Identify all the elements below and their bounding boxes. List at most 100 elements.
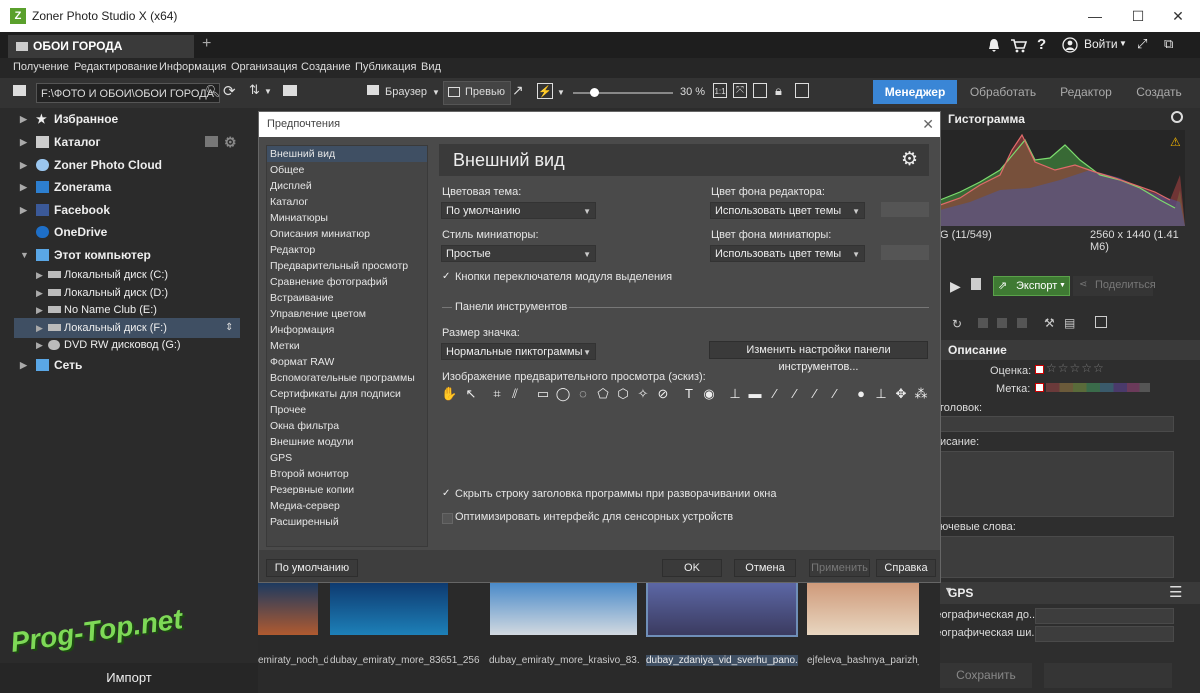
expand-arrow-icon[interactable]: ▶ (20, 155, 27, 175)
touch-optimize-checkbox[interactable] (442, 513, 453, 524)
gps-header[interactable]: ▼ GPS ☰ (940, 582, 1200, 604)
category-item[interactable]: Управление цветом (267, 306, 427, 322)
description-input[interactable] (940, 451, 1174, 517)
category-item[interactable]: Расширенный (267, 514, 427, 530)
loupe-icon[interactable] (795, 83, 809, 98)
label-reset-icon[interactable] (1035, 383, 1044, 392)
compare-icon[interactable] (753, 83, 767, 98)
menu-icon[interactable]: ☰ (1169, 583, 1182, 601)
stack-icon[interactable]: ▤ (1064, 316, 1075, 330)
rating-stars[interactable]: ☆☆☆☆☆ (1046, 361, 1105, 375)
description-header[interactable]: Описание (940, 340, 1200, 360)
next-arrow-icon[interactable]: ▶ (950, 278, 961, 295)
duplicate-icon[interactable] (1017, 318, 1027, 328)
color-theme-select[interactable]: По умолчанию ▼ (441, 202, 596, 219)
cancel-button[interactable]: Отмена (734, 559, 796, 577)
geo-longitude-input[interactable] (1035, 626, 1174, 642)
category-item[interactable]: Каталог (267, 194, 427, 210)
person-icon[interactable]: ● (853, 386, 869, 402)
pointer-icon[interactable]: ↖ (463, 386, 479, 402)
histogram-settings-icon[interactable] (1171, 111, 1183, 123)
toolbar-settings-button[interactable]: Изменить настройки панели инструментов..… (709, 341, 928, 373)
category-item[interactable]: Резервные копии (267, 482, 427, 498)
category-item[interactable]: Окна фильтра (267, 418, 427, 434)
eraser-icon[interactable]: ▬ (747, 386, 763, 402)
hand-icon[interactable]: ✋ (441, 386, 457, 402)
thumb-style-select[interactable]: Простые ▼ (441, 245, 596, 262)
category-item[interactable]: Медиа-сервер (267, 498, 427, 514)
trash-icon[interactable] (971, 278, 981, 290)
menu-item-vid[interactable]: Вид (421, 61, 441, 73)
ellipse-select-icon[interactable]: ◯ (555, 386, 571, 402)
thumbnail-image[interactable] (330, 583, 448, 635)
fit-icon[interactable]: ⤧ (733, 83, 747, 98)
nav-drive-g[interactable]: ▶ DVD RW дисковод (G:) (14, 335, 240, 355)
lock-icon[interactable]: 🔒︎ (775, 83, 782, 99)
export-dropdown-icon[interactable]: ▼ (1059, 282, 1066, 289)
login-button[interactable]: Войти (1084, 37, 1118, 51)
tab-create[interactable]: Создать (1128, 80, 1190, 104)
rating-reset-icon[interactable] (1035, 365, 1044, 374)
menu-item-organizatsiya[interactable]: Организация (231, 61, 297, 73)
expand-arrow-icon[interactable]: ▶ (36, 265, 43, 285)
icon-size-select[interactable]: Нормальные пиктограммы ▼ (441, 343, 596, 360)
fullscreen-icon[interactable]: ⤢ (1137, 36, 1147, 52)
category-item[interactable]: Дисплей (267, 178, 427, 194)
menu-item-publikatsiya[interactable]: Публикация (355, 61, 416, 73)
copy-icon[interactable] (978, 318, 988, 328)
expand-arrow-icon[interactable]: ▶ (36, 300, 43, 320)
brush-icon[interactable]: ⁄ (767, 386, 783, 402)
thumbnail-image[interactable] (258, 583, 318, 635)
export-button[interactable]: ⇗ Экспорт ▼ (993, 276, 1070, 296)
save-button[interactable]: Сохранить (940, 663, 1032, 688)
category-item[interactable]: Вспомогательные программы (267, 370, 427, 386)
category-item[interactable]: Внешний вид (267, 146, 427, 162)
sort-dropdown-icon[interactable]: ▼ (264, 87, 272, 96)
editor-bg-select[interactable]: Использовать цвет темы ▼ (710, 202, 865, 219)
lasso-icon[interactable]: ◌ (575, 386, 591, 402)
tab-oboi-goroda[interactable]: ОБОИ ГОРОДА (8, 35, 194, 58)
eye-icon[interactable]: ◉ (701, 386, 717, 402)
rotate-icon[interactable]: ↻ (952, 317, 962, 331)
polygon-lasso-icon[interactable]: ⬠ (595, 386, 611, 402)
menu-item-sozdanie[interactable]: Создание (301, 61, 351, 73)
rect-select-icon[interactable]: ▭ (535, 386, 551, 402)
actual-size-icon[interactable]: 1:1 (713, 83, 727, 98)
dialog-close-icon[interactable]: ✕ (922, 112, 934, 137)
folder-up-icon[interactable] (13, 85, 26, 96)
crop-icon[interactable]: ⌗ (489, 386, 505, 402)
gear-icon[interactable]: ⚙ (224, 132, 237, 152)
browser-view-button[interactable]: Браузер (385, 86, 427, 98)
nav-this-pc[interactable]: ▼ Этот компьютер (14, 245, 240, 265)
warning-icon[interactable]: ⚠ (1170, 135, 1181, 149)
category-item[interactable]: GPS (267, 450, 427, 466)
zoom-slider-handle[interactable] (590, 88, 599, 97)
thumbnail-image[interactable] (490, 583, 637, 635)
magic-wand-icon[interactable]: ✧ (635, 386, 651, 402)
path-field[interactable]: F:\ФОТО И ОБОИ\ОБОИ ГОРОДА (36, 83, 220, 103)
paste-icon[interactable] (997, 318, 1007, 328)
text-icon[interactable]: T (681, 386, 697, 402)
category-item[interactable]: Внешние модули (267, 434, 427, 450)
new-folder-icon[interactable] (283, 85, 297, 96)
tab-process[interactable]: Обработать (963, 80, 1043, 104)
category-item[interactable]: Прочее (267, 402, 427, 418)
category-item[interactable]: Второй монитор (267, 466, 427, 482)
save-options-button[interactable] (1044, 663, 1172, 688)
category-item[interactable]: Редактор (267, 242, 427, 258)
category-item[interactable]: Сравнение фотографий (267, 274, 427, 290)
module-switch-checkbox[interactable]: ✓ (442, 272, 452, 282)
expand-arrow-icon[interactable]: ▶ (20, 177, 27, 197)
chevron-down-icon[interactable]: ▼ (1119, 39, 1127, 48)
sort-icon[interactable]: ⇅ (249, 82, 260, 98)
magnetic-lasso-icon[interactable]: ⬡ (615, 386, 631, 402)
ok-button[interactable]: OK (662, 559, 722, 577)
close-window-button[interactable]: ✕ (1168, 6, 1188, 26)
expand-arrow-icon[interactable]: ▶ (20, 200, 27, 220)
cart-icon[interactable] (1010, 37, 1028, 53)
stamp-icon[interactable]: ⊥ (727, 386, 743, 402)
import-button[interactable]: Импорт (0, 663, 258, 693)
nav-catalog[interactable]: ▶ Каталог ⚙ (14, 132, 240, 152)
tab-editor[interactable]: Редактор (1049, 80, 1123, 104)
search-icon[interactable]: 🔍︎ (205, 84, 220, 98)
